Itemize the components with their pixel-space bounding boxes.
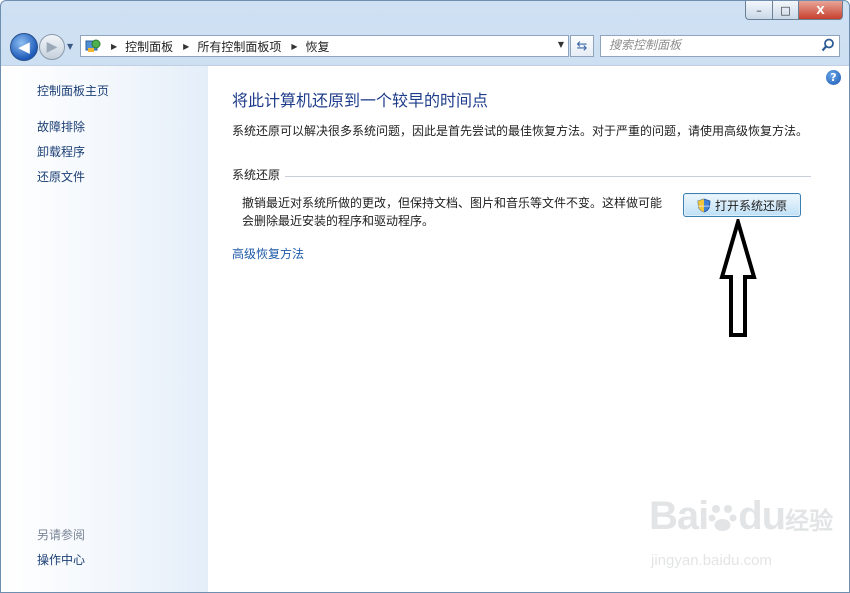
navigation-bar: ◀ ▶ ▼ ▶ 控制面板 ▶ 所有控制面板项 ▶ 恢复 ▼ ⇆: [1, 29, 849, 63]
open-system-restore-button[interactable]: 打开系统还原: [683, 193, 801, 217]
minimize-button[interactable]: –: [745, 1, 773, 20]
advanced-recovery-link[interactable]: 高级恢复方法: [232, 245, 304, 262]
close-button[interactable]: X: [799, 1, 843, 20]
section-title-system-restore: 系统还原: [232, 168, 281, 182]
watermark-url: jingyan.baidu.com: [651, 552, 772, 569]
baidu-paw-icon: [708, 505, 737, 531]
address-bar[interactable]: ▶ 控制面板 ▶ 所有控制面板项 ▶ 恢复 ▼: [80, 35, 569, 57]
breadcrumb-separator-icon[interactable]: ▶: [111, 42, 117, 51]
breadcrumb-recovery[interactable]: 恢复: [306, 38, 330, 55]
system-restore-description-line: 撤销最近对系统所做的更改，但保持文档、图片和音乐等文件不变。这样做可能: [242, 196, 663, 210]
refresh-button[interactable]: ⇆: [570, 35, 594, 57]
recent-pages-dropdown-icon[interactable]: ▼: [67, 42, 73, 51]
page-description: 系统还原可以解决很多系统问题，因此是首先尝试的最佳恢复方法。对于严重的问题，请使…: [232, 124, 809, 138]
breadcrumb-separator-icon[interactable]: ▶: [183, 42, 189, 51]
search-box[interactable]: [600, 35, 840, 57]
search-icon[interactable]: [821, 38, 835, 52]
annotation-arrow-icon: [719, 219, 757, 337]
caption-buttons: – □ X: [745, 1, 843, 20]
address-dropdown-icon[interactable]: ▼: [558, 40, 564, 49]
open-system-restore-label: 打开系统还原: [714, 198, 787, 213]
sidebar-item-control-panel-home[interactable]: 控制面板主页: [37, 82, 109, 99]
baidu-jingyan-watermark: Bai du经验 jingyan.baidu.com: [649, 494, 839, 584]
watermark-jingyan: 经验: [785, 507, 834, 535]
sidebar-item-action-center[interactable]: 操作中心: [37, 551, 85, 568]
breadcrumb-all-items[interactable]: 所有控制面板项: [197, 38, 281, 55]
maximize-button[interactable]: □: [773, 1, 799, 20]
forward-arrow-icon: ▶: [46, 39, 58, 55]
search-input[interactable]: [601, 36, 809, 54]
uac-shield-icon: [697, 198, 711, 212]
section-divider: [285, 176, 811, 177]
watermark-brand: Bai: [649, 494, 709, 538]
back-arrow-icon: ◀: [18, 38, 30, 56]
breadcrumb-separator-icon[interactable]: ▶: [291, 42, 297, 51]
back-button[interactable]: ◀: [10, 33, 38, 61]
help-icon[interactable]: ?: [826, 70, 841, 85]
control-panel-icon: [85, 39, 101, 52]
sidebar-item-restore-files[interactable]: 还原文件: [37, 168, 85, 185]
sidebar: 控制面板主页 故障排除 卸载程序 还原文件 另请参阅 操作中心: [1, 65, 208, 592]
forward-button[interactable]: ▶: [39, 34, 65, 60]
system-restore-description: 撤销最近对系统所做的更改，但保持文档、图片和音乐等文件不变。这样做可能 会删除最…: [242, 194, 662, 230]
breadcrumb-control-panel[interactable]: 控制面板: [125, 38, 173, 55]
watermark-brand-suffix: du: [738, 494, 786, 538]
see-also-heading: 另请参阅: [37, 528, 86, 542]
page-title: 将此计算机还原到一个较早的时间点: [232, 91, 489, 110]
system-restore-description-line: 会删除最近安装的程序和驱动程序。: [242, 214, 435, 228]
sidebar-item-troubleshooting[interactable]: 故障排除: [37, 118, 85, 135]
refresh-icon: ⇆: [576, 38, 588, 54]
explorer-window: – □ X ◀ ▶ ▼ ▶ 控制面板 ▶ 所有控制面板项 ▶ 恢复 ▼ ⇆ 搜索…: [0, 0, 850, 593]
sidebar-item-uninstall-program[interactable]: 卸载程序: [37, 143, 85, 160]
